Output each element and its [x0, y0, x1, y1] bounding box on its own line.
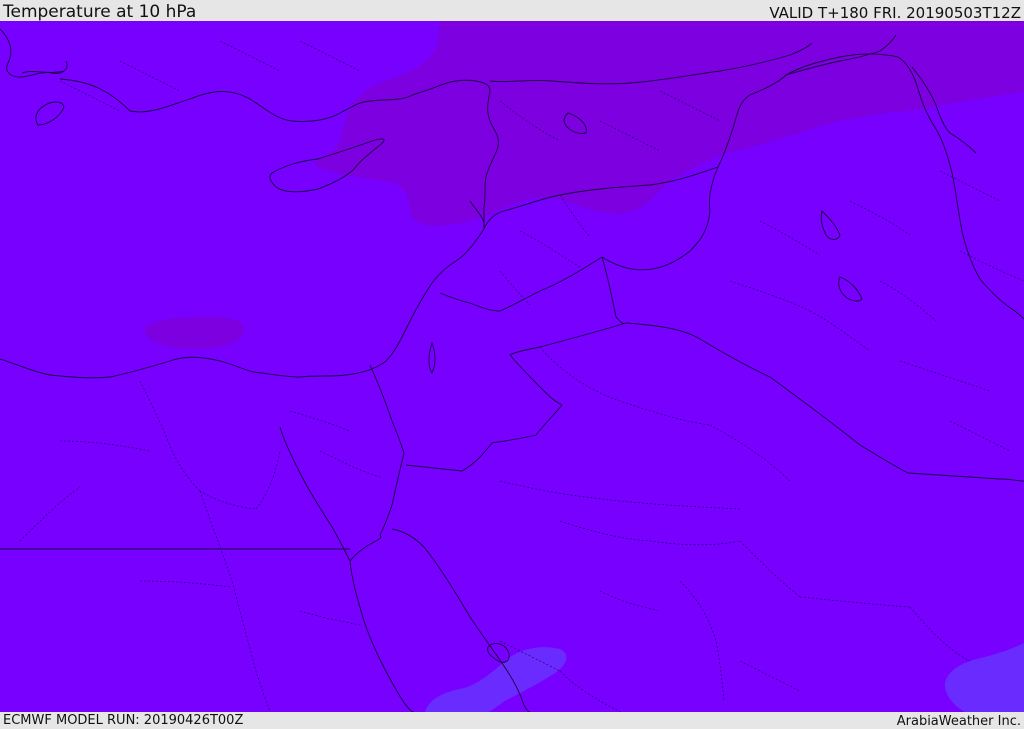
footer-bar: ECMWF MODEL RUN: 20190426T00Z ArabiaWeat…	[0, 712, 1024, 729]
valid-time: VALID T+180 FRI. 20190503T12Z	[769, 4, 1021, 22]
credit-label: ArabiaWeather Inc.	[896, 714, 1021, 729]
map-title: Temperature at 10 hPa	[3, 2, 197, 22]
header-bar: Temperature at 10 hPa VALID T+180 FRI. 2…	[0, 0, 1024, 22]
map-canvas[interactable]	[0, 21, 1024, 712]
map-svg	[0, 21, 1024, 712]
model-run-label: ECMWF MODEL RUN: 20190426T00Z	[3, 713, 244, 728]
weather-map-page: Temperature at 10 hPa VALID T+180 FRI. 2…	[0, 0, 1024, 729]
